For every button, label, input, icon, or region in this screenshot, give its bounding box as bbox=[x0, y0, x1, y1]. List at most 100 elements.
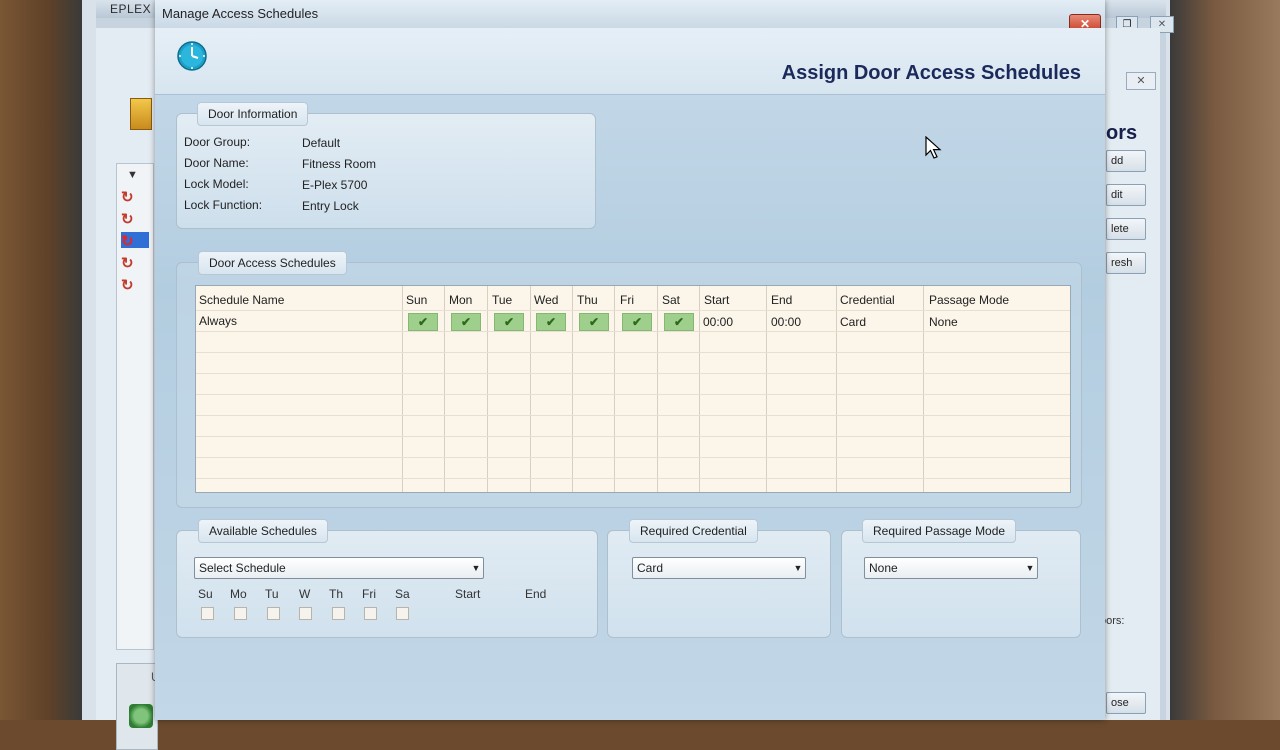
select-schedule-value: Select Schedule bbox=[199, 561, 286, 575]
background-bottom-panel: U bbox=[116, 663, 160, 750]
tree-item-icon[interactable]: ↻ bbox=[121, 210, 149, 228]
schedules-grid[interactable]: Schedule Name Sun Mon Tue Wed Thu Fri Sa… bbox=[195, 285, 1071, 493]
background-inner-close-button[interactable]: ✕ bbox=[1126, 72, 1156, 90]
filter-icon[interactable]: ▼ bbox=[127, 169, 138, 181]
day-label-su: Su bbox=[198, 587, 213, 601]
column-header-thu[interactable]: Thu bbox=[577, 293, 598, 307]
required-passage-mode-group: Required Passage Mode None ▼ bbox=[841, 519, 1081, 638]
door-tree: ▼ ↻ ↻ ↻ ↻ ↻ bbox=[116, 163, 154, 650]
day-label-mo: Mo bbox=[230, 587, 247, 601]
row-passage-mode[interactable]: None bbox=[929, 315, 958, 329]
day-label-th: Th bbox=[329, 587, 344, 601]
grid-divider bbox=[836, 286, 837, 492]
column-header-fri[interactable]: Fri bbox=[620, 293, 634, 307]
door-information-group: Door Information Door Group: Default Doo… bbox=[176, 102, 596, 229]
dialog-heading: Assign Door Access Schedules bbox=[781, 62, 1081, 84]
background-refresh-button[interactable]: resh bbox=[1106, 252, 1146, 274]
day-checkbox-sa[interactable] bbox=[396, 607, 409, 620]
grid-row-divider bbox=[196, 352, 1070, 353]
background-delete-button[interactable]: lete bbox=[1106, 218, 1146, 240]
column-header-sat[interactable]: Sat bbox=[662, 293, 680, 307]
background-add-button[interactable]: dd bbox=[1106, 150, 1146, 172]
select-schedule-dropdown[interactable]: Select Schedule ▼ bbox=[194, 557, 484, 579]
grid-row-divider bbox=[196, 436, 1070, 437]
end-label: End bbox=[525, 587, 547, 601]
available-schedules-group: Available Schedules Select Schedule ▼ Su… bbox=[176, 519, 598, 638]
grid-row-divider bbox=[196, 310, 1070, 311]
lock-function-label: Lock Function: bbox=[184, 198, 263, 212]
grid-divider bbox=[402, 286, 403, 492]
grid-row-divider bbox=[196, 478, 1070, 479]
grid-divider bbox=[766, 286, 767, 492]
required-credential-title: Required Credential bbox=[629, 519, 758, 543]
credential-value: Card bbox=[637, 561, 664, 575]
start-label: Start bbox=[455, 587, 481, 601]
door-access-schedules-group: Door Access Schedules Schedule Name Sun bbox=[176, 251, 1082, 508]
background-edit-button[interactable]: dit bbox=[1106, 184, 1146, 206]
day-label-sa: Sa bbox=[395, 587, 410, 601]
wed-check-icon: ✔ bbox=[536, 313, 566, 331]
grid-row-divider bbox=[196, 457, 1070, 458]
fri-check-icon: ✔ bbox=[622, 313, 652, 331]
mon-check-icon: ✔ bbox=[451, 313, 481, 331]
day-checkbox-th[interactable] bbox=[332, 607, 345, 620]
door-information-title: Door Information bbox=[197, 102, 309, 126]
clock-icon bbox=[177, 41, 207, 71]
grid-divider bbox=[699, 286, 700, 492]
mouse-cursor-icon bbox=[925, 136, 942, 159]
required-credential-group: Required Credential Card ▼ bbox=[607, 519, 831, 638]
sat-check-icon: ✔ bbox=[664, 313, 694, 331]
dialog-titlebar: Manage Access Schedules ✕ bbox=[155, 0, 1105, 34]
column-header-start[interactable]: Start bbox=[704, 293, 729, 307]
column-header-mon[interactable]: Mon bbox=[449, 293, 472, 307]
column-header-credential[interactable]: Credential bbox=[840, 293, 895, 307]
grid-divider bbox=[614, 286, 615, 492]
day-checkbox-fri[interactable] bbox=[364, 607, 377, 620]
chevron-down-icon: ▼ bbox=[1025, 563, 1035, 573]
day-checkbox-tu[interactable] bbox=[267, 607, 280, 620]
grid-divider bbox=[530, 286, 531, 492]
day-checkbox-su[interactable] bbox=[201, 607, 214, 620]
column-header-schedule-name[interactable]: Schedule Name bbox=[199, 293, 284, 307]
tree-item-icon[interactable]: ↻ bbox=[121, 188, 149, 206]
tree-item-icon[interactable]: ↻ bbox=[121, 254, 149, 272]
dialog-title: Manage Access Schedules bbox=[162, 6, 319, 21]
lock-model-value: E-Plex 5700 bbox=[302, 178, 368, 192]
monitor-bezel-right bbox=[1170, 0, 1280, 720]
day-checkbox-w[interactable] bbox=[299, 607, 312, 620]
row-credential[interactable]: Card bbox=[840, 315, 866, 329]
column-header-tue[interactable]: Tue bbox=[492, 293, 512, 307]
refresh-icon[interactable] bbox=[129, 704, 153, 728]
door-name-label: Door Name: bbox=[184, 156, 249, 170]
grid-row-divider bbox=[196, 331, 1070, 332]
column-header-end[interactable]: End bbox=[771, 293, 792, 307]
grid-divider bbox=[572, 286, 573, 492]
column-header-passage-mode[interactable]: Passage Mode bbox=[929, 293, 1009, 307]
sun-check-icon: ✔ bbox=[408, 313, 438, 331]
grid-row-divider bbox=[196, 415, 1070, 416]
tree-item-selected-icon[interactable]: ↻ bbox=[121, 232, 149, 250]
day-label-tu: Tu bbox=[265, 587, 279, 601]
column-header-sun[interactable]: Sun bbox=[406, 293, 427, 307]
day-checkbox-mo[interactable] bbox=[234, 607, 247, 620]
passage-mode-dropdown[interactable]: None ▼ bbox=[864, 557, 1038, 579]
tree-item-icon[interactable]: ↻ bbox=[121, 276, 149, 294]
monitor-bezel-left bbox=[0, 0, 82, 720]
row-start[interactable]: 00:00 bbox=[703, 315, 733, 329]
door-group-value: Default bbox=[302, 136, 341, 150]
credential-dropdown[interactable]: Card ▼ bbox=[632, 557, 806, 579]
background-close-text-button[interactable]: ose bbox=[1106, 692, 1146, 714]
lock-function-value: Entry Lock bbox=[302, 199, 359, 213]
door-icon bbox=[130, 98, 152, 130]
grid-divider bbox=[444, 286, 445, 492]
door-group-label: Door Group: bbox=[184, 135, 251, 149]
manage-access-schedules-dialog: Manage Access Schedules ✕ Assign Door Ac… bbox=[155, 0, 1105, 720]
available-schedules-title: Available Schedules bbox=[198, 519, 328, 543]
dialog-header: Assign Door Access Schedules bbox=[155, 28, 1105, 95]
grid-row-divider bbox=[196, 373, 1070, 374]
lock-model-label: Lock Model: bbox=[184, 177, 249, 191]
column-header-wed[interactable]: Wed bbox=[534, 293, 558, 307]
row-end[interactable]: 00:00 bbox=[771, 315, 801, 329]
row-schedule-name[interactable]: Always bbox=[199, 314, 237, 328]
required-passage-mode-title: Required Passage Mode bbox=[862, 519, 1017, 543]
